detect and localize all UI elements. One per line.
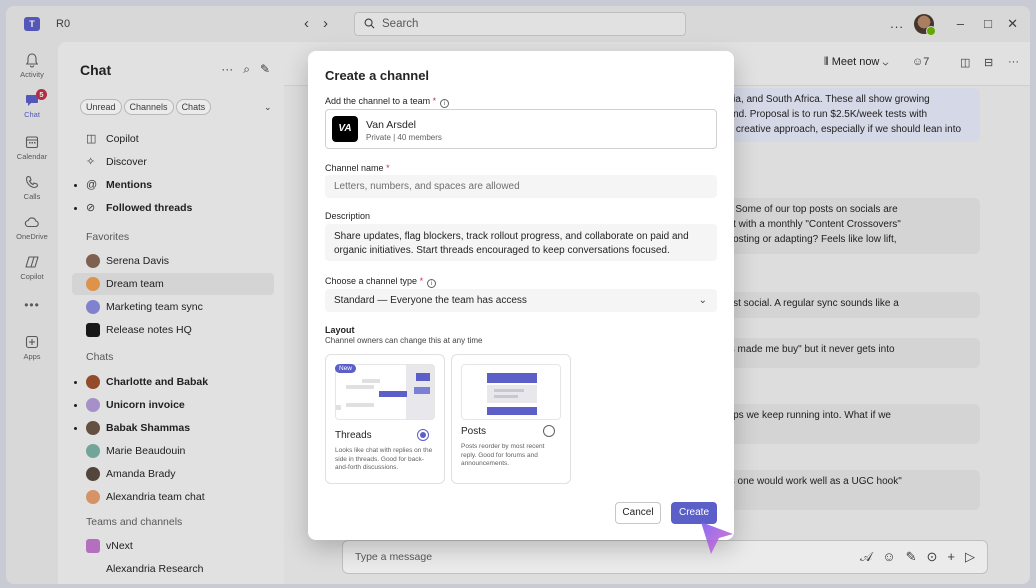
channel-name-label: Channel name * [325,163,390,173]
threads-radio[interactable] [417,429,429,441]
layout-description: Looks like chat with replies on the side… [335,447,433,471]
channel-type-label: Choose a channel type * i [325,276,437,288]
required-mark: * [419,276,424,286]
layout-title: Layout [325,325,355,335]
posts-radio[interactable] [543,425,555,437]
channel-type-label-text: Choose a channel type [325,276,418,286]
required-mark: * [432,96,437,106]
info-icon[interactable]: i [427,279,437,288]
layout-card-threads[interactable]: New Threads Looks like chat with replies… [325,354,445,484]
layout-name: Posts [461,426,487,437]
cancel-button[interactable]: Cancel [615,502,661,524]
team-logo: VA [332,116,358,142]
team-meta: Private | 40 members [366,133,442,142]
layout-card-posts[interactable]: Posts Posts reorder by most recent reply… [451,354,571,484]
layout-name: Threads [335,430,372,441]
layout-description: Posts reorder by most recent reply. Good… [461,443,545,467]
team-selector[interactable]: VA Van Arsdel Private | 40 members [325,109,717,149]
create-channel-dialog: Create a channel Add the channel to a te… [308,51,734,540]
channel-name-label-text: Channel name [325,163,384,173]
pointer-cursor-icon [701,522,733,554]
description-input[interactable]: Share updates, flag blockers, track roll… [325,224,717,261]
required-mark: * [386,163,390,173]
dialog-title: Create a channel [325,68,430,83]
chevron-down-icon: ⌄ [698,295,707,306]
channel-type-value: Standard — Everyone the team has access [334,295,527,306]
team-name: Van Arsdel [366,119,417,131]
channel-type-select[interactable]: Standard — Everyone the team has access … [325,289,717,312]
team-label: Add the channel to a team * i [325,96,450,108]
info-icon[interactable]: i [440,99,450,108]
channel-name-input[interactable]: Letters, numbers, and spaces are allowed [325,175,717,198]
layout-subtitle: Channel owners can change this at any ti… [325,336,483,345]
new-badge: New [335,364,357,373]
team-label-text: Add the channel to a team [325,96,431,106]
description-label: Description [325,211,371,221]
posts-preview-illustration [461,364,561,420]
